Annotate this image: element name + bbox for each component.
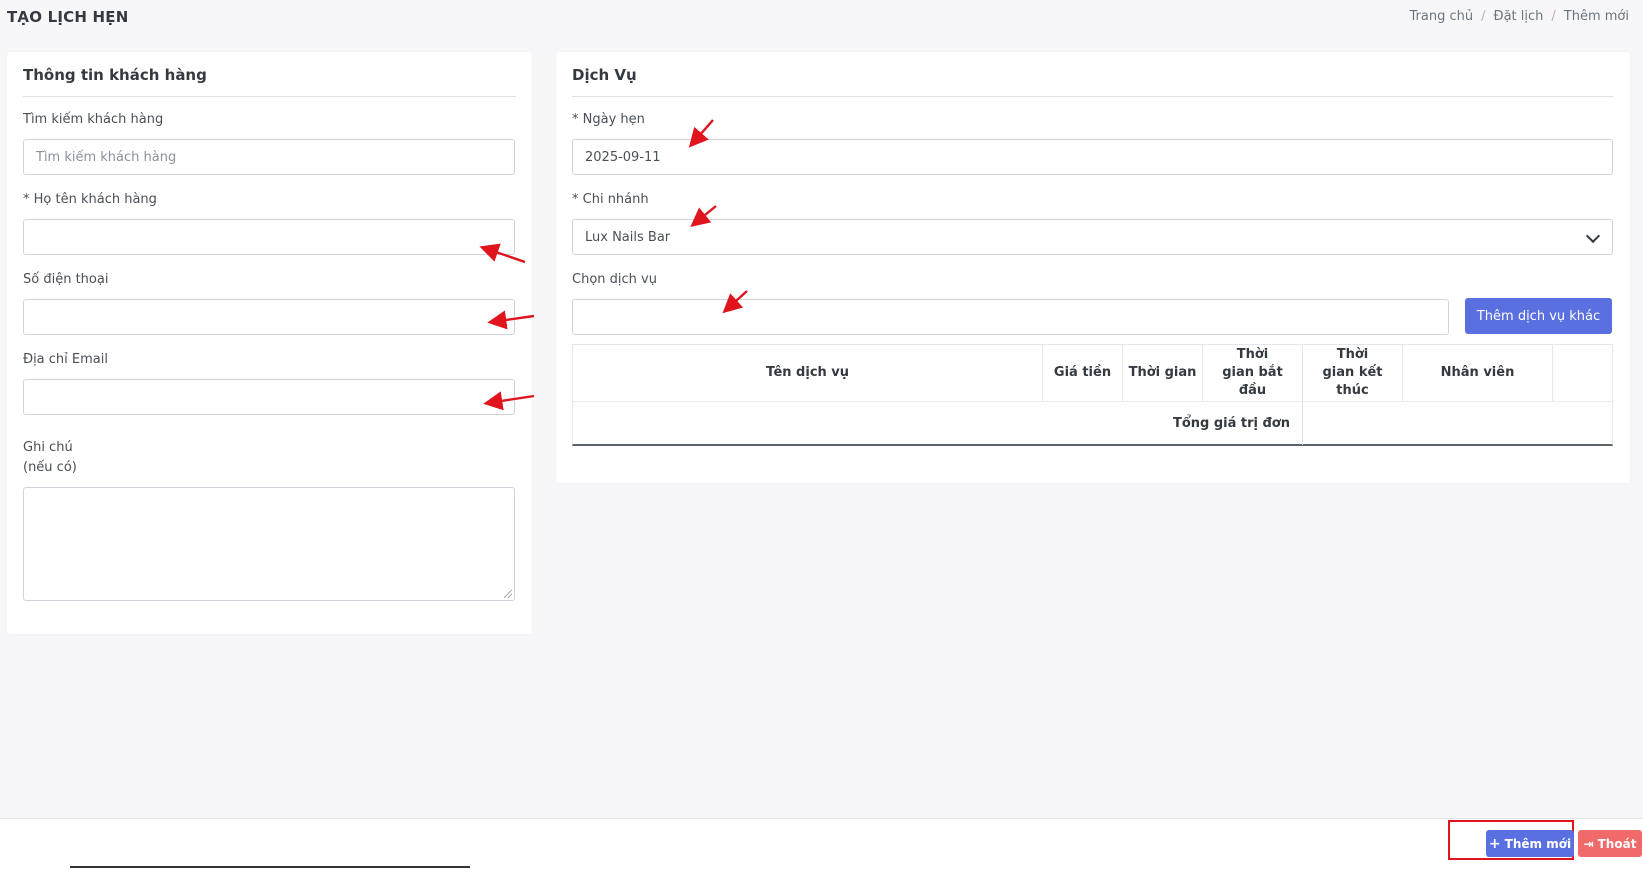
breadcrumb-separator: / — [1481, 9, 1486, 24]
customer-info-card: Thông tin khách hàng Tìm kiếm khách hàng… — [7, 52, 532, 634]
exit-button[interactable]: ⇥ Thoát — [1578, 830, 1642, 857]
action-footer — [0, 818, 1643, 869]
note-textarea[interactable] — [23, 487, 515, 601]
breadcrumb-booking[interactable]: Đặt lịch — [1494, 9, 1544, 24]
table-header-price: Giá tiền — [1043, 345, 1123, 401]
breadcrumb-home[interactable]: Trang chủ — [1410, 9, 1474, 24]
appointment-date-input[interactable]: 2025-09-11 — [572, 139, 1613, 175]
customer-card-title: Thông tin khách hàng — [23, 66, 207, 84]
table-header-staff: Nhân viên — [1403, 345, 1553, 401]
customer-name-label: * Họ tên khách hàng — [23, 192, 157, 207]
add-service-button[interactable]: Thêm dịch vụ khác — [1465, 298, 1612, 334]
chevron-down-icon — [1585, 228, 1601, 244]
card-divider — [572, 96, 1614, 97]
email-input[interactable] — [23, 379, 515, 415]
service-card: Dịch Vụ * Ngày hẹn 2025-09-11 * Chi nhán… — [556, 52, 1630, 483]
sign-out-icon: ⇥ — [1583, 836, 1594, 851]
page-title: TẠO LỊCH HẸN — [7, 8, 129, 26]
table-header-actions — [1553, 345, 1612, 401]
order-total-label: Tổng giá trị đơn — [573, 402, 1303, 445]
customer-name-input[interactable] — [23, 219, 515, 255]
table-header-service-name: Tên dịch vụ — [573, 345, 1043, 401]
search-customer-input[interactable]: Tìm kiếm khách hàng — [23, 139, 515, 175]
card-divider — [23, 96, 516, 97]
exit-button-label: Thoát — [1597, 836, 1637, 851]
breadcrumb-separator: / — [1551, 9, 1556, 24]
branch-select[interactable]: Lux Nails Bar — [572, 219, 1613, 255]
service-select-label: Chọn dịch vụ — [572, 272, 657, 287]
plus-icon: + — [1488, 835, 1501, 852]
add-new-button[interactable]: + Thêm mới — [1486, 830, 1574, 857]
branch-label: * Chi nhánh — [572, 192, 649, 207]
services-table: Tên dịch vụ Giá tiền Thời gian Thời gian… — [572, 344, 1613, 446]
table-header-duration: Thời gian — [1123, 345, 1203, 401]
appointment-date-label: * Ngày hẹn — [572, 112, 645, 127]
breadcrumb: Trang chủ / Đặt lịch / Thêm mới — [1410, 9, 1629, 24]
table-header-start-time: Thời gian bắt đầu — [1203, 345, 1303, 401]
note-label-line1: Ghi chú — [23, 440, 73, 455]
email-label: Địa chỉ Email — [23, 352, 108, 367]
table-header-end-time: Thời gian kết thúc — [1303, 345, 1403, 401]
note-label: Ghi chú (nếu có) — [23, 438, 77, 478]
resize-grip-icon[interactable] — [504, 590, 512, 598]
add-new-button-label: Thêm mới — [1504, 836, 1572, 851]
service-select-input[interactable] — [572, 299, 1449, 335]
phone-label: Số điện thoại — [23, 272, 109, 287]
breadcrumb-current: Thêm mới — [1563, 9, 1629, 24]
note-label-line2: (nếu có) — [23, 460, 77, 475]
service-card-title: Dịch Vụ — [572, 66, 637, 84]
branch-select-value: Lux Nails Bar — [585, 229, 671, 245]
search-customer-label: Tìm kiếm khách hàng — [23, 112, 164, 127]
phone-input[interactable] — [23, 299, 515, 335]
